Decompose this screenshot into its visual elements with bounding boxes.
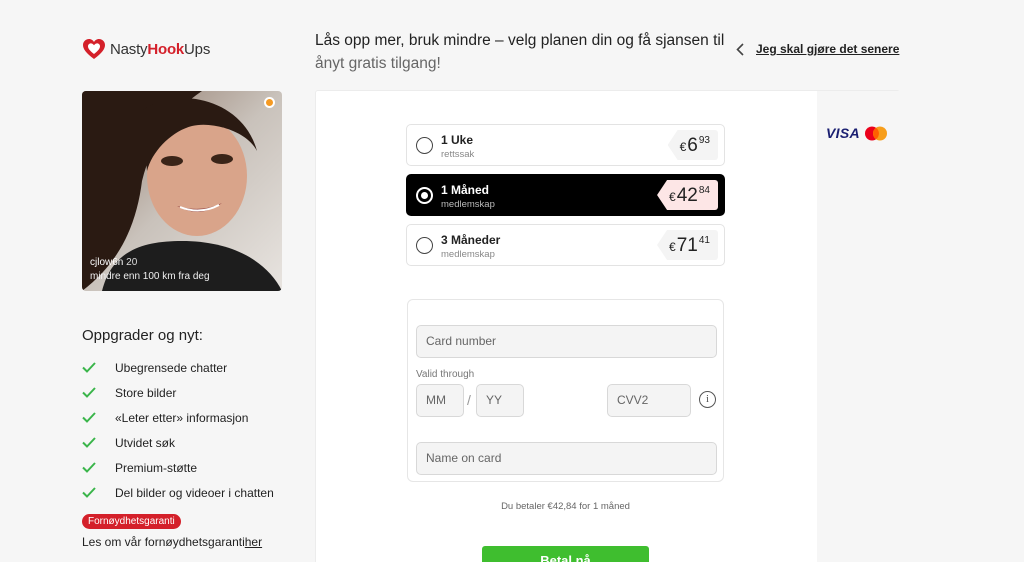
brand-logo[interactable]: NastyHookUps bbox=[82, 38, 210, 60]
plan-subtitle: rettssak bbox=[441, 149, 475, 160]
feature-item: Premium-støtte bbox=[82, 455, 274, 480]
page-headline: Lås opp mer, bruk mindre – velg planen d… bbox=[315, 29, 725, 75]
payment-brands: VISA bbox=[826, 125, 888, 141]
skip-link[interactable]: Jeg skal gjøre det senere bbox=[736, 42, 899, 56]
heart-logo-icon bbox=[83, 39, 105, 59]
plan-subtitle: medlemskap bbox=[441, 199, 495, 210]
check-icon bbox=[82, 387, 115, 398]
expiry-separator: / bbox=[467, 392, 471, 408]
payment-summary: Du betaler €42,84 for 1 måned bbox=[501, 501, 630, 512]
skip-link-label[interactable]: Jeg skal gjøre det senere bbox=[756, 42, 899, 56]
plan-name: 1 Uke bbox=[441, 133, 474, 147]
profile-distance: mindre enn 100 km fra deg bbox=[90, 271, 210, 282]
upgrade-title: Oppgrader og nyt: bbox=[82, 327, 203, 344]
card-number-field[interactable]: Card number bbox=[416, 325, 717, 358]
plan-option-1-week[interactable]: 1 Uke rettssak €6 93 bbox=[406, 124, 725, 166]
plan-price: €6 93 bbox=[667, 130, 718, 160]
feature-item: Del bilder og videoer i chatten bbox=[82, 480, 274, 505]
name-on-card-field[interactable]: Name on card bbox=[416, 442, 717, 475]
plan-subtitle: medlemskap bbox=[441, 249, 495, 260]
cvv-field[interactable]: CVV2 bbox=[607, 384, 691, 417]
expiry-month-field[interactable]: MM bbox=[416, 384, 464, 417]
valid-through-label: Valid through bbox=[416, 369, 475, 380]
chevron-left-icon bbox=[736, 42, 744, 56]
plan-radio[interactable] bbox=[416, 137, 433, 154]
headline-line-1: Lås opp mer, bruk mindre – velg planen d… bbox=[315, 32, 725, 49]
feature-item: Store bilder bbox=[82, 380, 274, 405]
visa-logo: VISA bbox=[826, 125, 860, 141]
profile-name: cjlow6n 20 bbox=[90, 257, 138, 268]
info-icon[interactable]: i bbox=[699, 391, 716, 408]
plan-name: 3 Måneder bbox=[441, 233, 501, 247]
brand-name: NastyHookUps bbox=[110, 40, 211, 58]
plan-option-1-month[interactable]: 1 Måned medlemskap €42 84 bbox=[406, 174, 725, 216]
check-icon bbox=[82, 362, 115, 373]
mastercard-icon bbox=[864, 126, 887, 140]
guarantee-link[interactable]: her bbox=[245, 535, 262, 549]
card-form: Card number Valid through MM / YY CVV2 i… bbox=[407, 299, 724, 482]
check-icon bbox=[82, 487, 115, 498]
check-icon bbox=[82, 462, 115, 473]
plan-price: €71 41 bbox=[657, 230, 718, 260]
check-icon bbox=[82, 412, 115, 423]
plan-name: 1 Måned bbox=[441, 183, 490, 197]
guarantee-text: Les om vår fornøydhetsgarantiher bbox=[82, 535, 263, 549]
feature-item: Utvidet søk bbox=[82, 430, 274, 455]
feature-list: Ubegrensede chatter Store bilder «Leter … bbox=[82, 355, 274, 505]
plan-radio[interactable] bbox=[416, 237, 433, 254]
pay-button[interactable]: Betal nå bbox=[482, 546, 649, 562]
payment-brands-strip bbox=[817, 91, 900, 562]
feature-item: Ubegrensede chatter bbox=[82, 355, 274, 380]
check-icon bbox=[82, 437, 115, 448]
plan-option-3-months[interactable]: 3 Måneder medlemskap €71 41 bbox=[406, 224, 725, 266]
expiry-year-field[interactable]: YY bbox=[476, 384, 524, 417]
feature-item: «Leter etter» informasjon bbox=[82, 405, 274, 430]
plan-price: €42 84 bbox=[657, 180, 718, 210]
profile-card[interactable]: cjlow6n 20 mindre enn 100 km fra deg bbox=[82, 91, 282, 291]
headline-line-2: ånyt gratis tilgang! bbox=[315, 55, 441, 72]
guarantee-badge: Fornøydhetsgaranti bbox=[82, 514, 181, 529]
plan-radio[interactable] bbox=[416, 187, 433, 204]
online-status-dot bbox=[264, 97, 275, 108]
